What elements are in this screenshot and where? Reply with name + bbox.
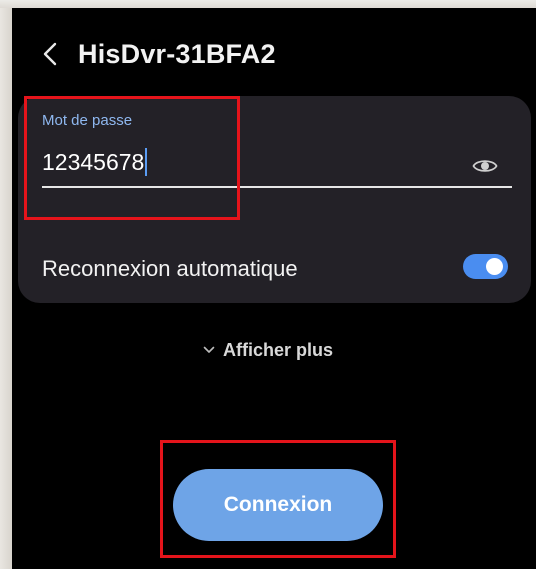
header: HisDvr-31BFA2 [30, 32, 276, 76]
toggle-knob [486, 258, 503, 275]
password-underline [42, 186, 512, 188]
device-frame-left [0, 0, 12, 569]
auto-reconnect-toggle[interactable] [463, 254, 508, 279]
network-title: HisDvr-31BFA2 [78, 38, 276, 69]
show-more-label: Afficher plus [223, 339, 334, 360]
text-cursor [145, 148, 148, 176]
device-frame-top [0, 0, 536, 8]
connect-button-label: Connexion [223, 493, 333, 516]
password-value: 12345678 [42, 148, 145, 175]
show-more-button[interactable]: Afficher plus [203, 337, 333, 363]
connect-button[interactable]: Connexion [173, 469, 383, 541]
password-input[interactable]: 12345678 [42, 148, 148, 176]
auto-reconnect-label: Reconnexion automatique [42, 256, 298, 281]
chevron-down-icon [203, 346, 215, 353]
eye-icon[interactable] [471, 152, 499, 180]
chevron-left-icon[interactable] [30, 34, 70, 74]
password-label: Mot de passe [42, 112, 133, 129]
